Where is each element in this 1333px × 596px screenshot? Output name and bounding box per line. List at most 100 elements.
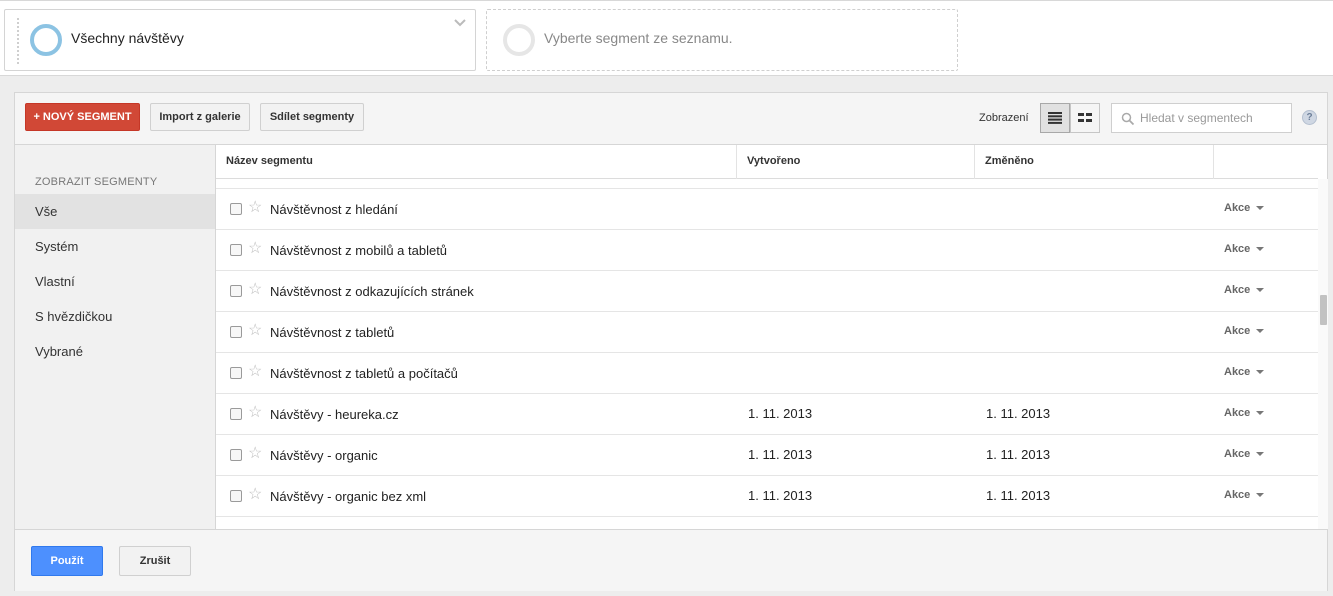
segment-ring-empty-icon [503,24,535,56]
import-gallery-button[interactable]: Import z galerie [150,103,250,131]
caret-down-icon [1256,329,1265,334]
segment-name[interactable]: Návštěvnost z hledání [270,202,398,217]
table-row: ☆ Návštěvnost z hledání Akce [216,189,1318,230]
modified-date: 1. 11. 2013 [986,488,1051,503]
actions-label: Akce [1224,489,1251,501]
list-view-button[interactable] [1040,103,1070,133]
panel-toolbar: + NOVÝ SEGMENT Import z galerie Sdílet s… [15,93,1327,145]
table-row: ☆ Návštěvy - organic 1. 11. 2013 1. 11. … [216,435,1318,476]
created-date: 1. 11. 2013 [748,447,813,462]
new-segment-button[interactable]: + NOVÝ SEGMENT [25,103,140,131]
segment-picker-panel: + NOVÝ SEGMENT Import z galerie Sdílet s… [14,92,1328,591]
actions-dropdown[interactable]: Akce [1224,284,1265,296]
created-date: 1. 11. 2013 [748,406,813,421]
column-header-name[interactable]: Název segmentu [216,145,737,179]
segment-name[interactable]: Návštěvnost z tabletů a počítačů [270,366,458,381]
active-segment-card[interactable]: Všechny návštěvy [4,9,476,71]
segment-search-input[interactable] [1140,109,1288,127]
segment-filter-sidebar: ZOBRAZIT SEGMENTY Vše Systém Vlastní S h… [15,145,216,529]
actions-dropdown[interactable]: Akce [1224,243,1265,255]
caret-down-icon [1256,247,1265,252]
grid-view-button[interactable] [1070,103,1100,133]
active-segment-name: Všechny návštěvy [71,30,184,46]
table-body: ☆ Návštěvnost z hledání Akce ☆ Návštěvno… [216,179,1318,517]
segment-name[interactable]: Návštěvnost z tabletů [270,325,394,340]
segment-name[interactable]: Návštěvy - heureka.cz [270,407,399,422]
view-label: Zobrazení [979,112,1029,124]
column-header-actions [1214,145,1318,179]
sidebar-heading: ZOBRAZIT SEGMENTY [35,176,158,188]
segments-table: Název segmentu Vytvořeno Změněno ☆ Návšt… [216,145,1318,529]
table-row-partial [216,179,1318,189]
star-icon[interactable]: ☆ [248,199,262,217]
modified-date: 1. 11. 2013 [986,447,1051,462]
sidebar-item-selected[interactable]: Vybrané [15,334,215,369]
segment-name[interactable]: Návštěvnost z mobilů a tabletů [270,243,447,258]
caret-down-icon [1256,493,1265,498]
caret-down-icon [1256,452,1265,457]
table-row: ☆ Návštěvnost z mobilů a tabletů Akce [216,230,1318,271]
segment-bar: Všechny návštěvy Vyberte segment ze sezn… [0,0,1333,76]
actions-dropdown[interactable]: Akce [1224,202,1265,214]
actions-dropdown[interactable]: Akce [1224,325,1265,337]
row-checkbox[interactable] [230,326,242,338]
star-icon[interactable]: ☆ [248,404,262,422]
actions-dropdown[interactable]: Akce [1224,448,1265,460]
drag-handle-icon[interactable] [17,18,21,64]
segment-name[interactable]: Návštěvnost z odkazujících stránek [270,284,474,299]
row-checkbox[interactable] [230,285,242,297]
scrollbar-thumb[interactable] [1320,295,1327,325]
row-checkbox[interactable] [230,449,242,461]
star-icon[interactable]: ☆ [248,486,262,504]
star-icon[interactable]: ☆ [248,363,262,381]
actions-dropdown[interactable]: Akce [1224,489,1265,501]
row-checkbox[interactable] [230,203,242,215]
sidebar-item-system[interactable]: Systém [15,229,215,264]
actions-label: Akce [1224,243,1251,255]
segment-search-box[interactable] [1111,103,1292,133]
empty-segment-placeholder: Vyberte segment ze seznamu. [544,30,733,46]
actions-label: Akce [1224,407,1251,419]
actions-dropdown[interactable]: Akce [1224,407,1265,419]
created-date: 1. 11. 2013 [748,488,813,503]
chevron-down-icon[interactable] [453,16,467,30]
sidebar-item-custom[interactable]: Vlastní [15,264,215,299]
segment-name[interactable]: Návštěvy - organic bez xml [270,489,426,504]
sidebar-item-all[interactable]: Vše [15,194,215,229]
row-checkbox[interactable] [230,490,242,502]
actions-label: Akce [1224,366,1251,378]
help-icon[interactable]: ? [1302,110,1317,125]
apply-button[interactable]: Použít [31,546,103,576]
actions-label: Akce [1224,448,1251,460]
modified-date: 1. 11. 2013 [986,406,1051,421]
caret-down-icon [1256,288,1265,293]
table-scrollbar[interactable] [1318,179,1328,529]
row-checkbox[interactable] [230,367,242,379]
empty-segment-slot[interactable]: Vyberte segment ze seznamu. [486,9,958,71]
actions-label: Akce [1224,284,1251,296]
caret-down-icon [1256,370,1265,375]
row-checkbox[interactable] [230,408,242,420]
star-icon[interactable]: ☆ [248,322,262,340]
actions-label: Akce [1224,202,1251,214]
table-row: ☆ Návštěvy - heureka.cz 1. 11. 2013 1. 1… [216,394,1318,435]
column-header-modified[interactable]: Změněno [975,145,1214,179]
segment-name[interactable]: Návštěvy - organic [270,448,378,463]
search-icon [1121,112,1135,126]
table-header: Název segmentu Vytvořeno Změněno [216,145,1318,179]
cancel-button[interactable]: Zrušit [119,546,191,576]
grid-view-icon [1078,113,1092,122]
caret-down-icon [1256,411,1265,416]
star-icon[interactable]: ☆ [248,445,262,463]
sidebar-item-starred[interactable]: S hvězdičkou [15,299,215,334]
actions-dropdown[interactable]: Akce [1224,366,1265,378]
share-segments-button[interactable]: Sdílet segmenty [260,103,364,131]
caret-down-icon [1256,206,1265,211]
actions-label: Akce [1224,325,1251,337]
list-view-icon [1048,112,1062,124]
row-checkbox[interactable] [230,244,242,256]
table-row: ☆ Návštěvnost z tabletů a počítačů Akce [216,353,1318,394]
column-header-created[interactable]: Vytvořeno [737,145,975,179]
star-icon[interactable]: ☆ [248,281,262,299]
star-icon[interactable]: ☆ [248,240,262,258]
